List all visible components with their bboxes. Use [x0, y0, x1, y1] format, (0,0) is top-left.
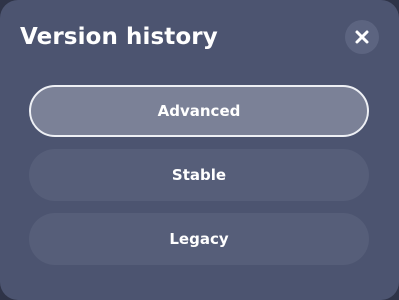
- option-label: Legacy: [169, 230, 229, 248]
- close-icon: [355, 30, 369, 44]
- option-stable[interactable]: Stable: [29, 149, 369, 201]
- dialog-header: Version history: [20, 20, 379, 56]
- version-history-dialog: Version history Advanced Stable Legacy: [0, 0, 399, 300]
- version-options: Advanced Stable Legacy: [29, 85, 369, 277]
- dialog-title: Version history: [20, 24, 218, 50]
- option-advanced[interactable]: Advanced: [29, 85, 369, 137]
- close-button[interactable]: [345, 20, 379, 54]
- option-label: Stable: [171, 166, 227, 184]
- option-legacy[interactable]: Legacy: [29, 213, 369, 265]
- option-label: Advanced: [157, 102, 241, 120]
